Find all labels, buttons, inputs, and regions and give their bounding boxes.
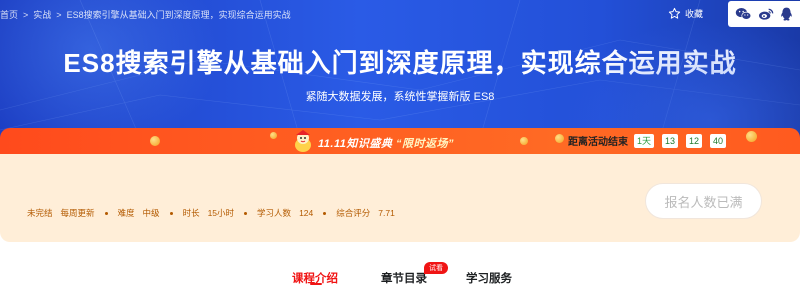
breadcrumb: 首页 > 实战 > ES8搜索引擎从基础入门到深度原理，实现综合运用实战 (0, 9, 291, 21)
breadcrumb-current: ES8搜索引擎从基础入门到深度原理，实现综合运用实战 (66, 10, 291, 20)
star-icon (668, 7, 681, 19)
tab-learning-service[interactable]: 学习服务 (466, 270, 512, 286)
countdown-hours: 13 (662, 133, 679, 148)
signup-full-button[interactable]: 报名人数已满 (645, 183, 762, 219)
coin-decoration (270, 132, 277, 139)
qq-icon[interactable] (780, 7, 793, 22)
promo-headline-prefix: 11.11知识盛典 (318, 138, 393, 150)
meta-separator (169, 211, 173, 215)
countdown-minutes: 12 (686, 133, 703, 148)
meta-separator (323, 211, 327, 215)
duration-value: 15小时 (207, 208, 235, 218)
mascot-icon (295, 130, 311, 152)
coin-decoration (555, 134, 564, 143)
course-title: ES8搜索引擎从基础入门到深度原理，实现综合运用实战 (63, 48, 737, 78)
learners-label: 学习人数 (257, 208, 292, 218)
trial-badge: 试看 (424, 262, 448, 274)
coin-decoration (150, 136, 160, 146)
learners-value: 124 (299, 208, 314, 218)
promo-banner[interactable]: 11.11知识盛典 “限时返场” 距离活动结束 1天 13 12 40 (0, 128, 800, 154)
coin-decoration (520, 137, 528, 145)
coin-decoration (746, 131, 757, 142)
tab-chapter-list[interactable]: 章节目录 (381, 270, 427, 286)
rating-label: 综合评分 (336, 208, 371, 218)
countdown-timer: 距离活动结束 1天 13 12 40 (568, 133, 730, 148)
course-update-frequency: 每周更新 (60, 208, 95, 218)
countdown-label: 距离活动结束 (568, 137, 628, 148)
rating-value: 7.71 (378, 208, 395, 218)
breadcrumb-home[interactable]: 首页 (0, 9, 18, 21)
breadcrumb-separator: > (23, 10, 29, 20)
meta-separator (104, 211, 108, 215)
promo-headline: 11.11知识盛典 “限时返场” (318, 135, 454, 151)
course-meta: 未完结 每周更新 难度 中级 时长 15小时 学习人数 124 综合评分 7.7… (27, 207, 395, 219)
countdown-seconds: 40 (710, 133, 727, 148)
wechat-icon[interactable] (735, 7, 752, 21)
promo-headline-tag: “限时返场” (395, 138, 454, 150)
collect-label: 收藏 (685, 9, 704, 19)
course-tabs: 课程介绍 章节目录 学习服务 (0, 258, 800, 302)
collect-button[interactable]: 收藏 (668, 7, 703, 20)
weibo-icon[interactable] (758, 7, 774, 21)
breadcrumb-separator: > (56, 10, 62, 20)
duration-label: 时长 (182, 208, 200, 218)
difficulty-label: 难度 (117, 208, 135, 218)
active-tab-indicator (310, 283, 322, 285)
course-subtitle: 紧随大数据发展，系统性掌握新版 ES8 (305, 91, 495, 103)
course-status: 未完结 (27, 208, 53, 218)
countdown-days: 1天 (634, 133, 655, 148)
difficulty-value: 中级 (142, 208, 160, 218)
course-hero: 首页 > 实战 > ES8搜索引擎从基础入门到深度原理，实现综合运用实战 收藏 (0, 0, 800, 138)
meta-separator (244, 211, 248, 215)
share-panel (728, 1, 800, 27)
breadcrumb-category[interactable]: 实战 (33, 9, 51, 21)
